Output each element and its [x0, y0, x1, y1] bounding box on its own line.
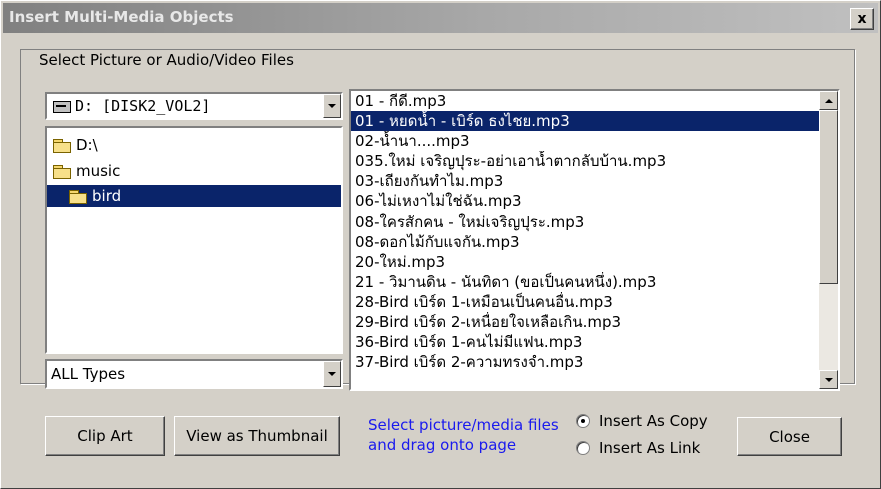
file-list-item[interactable]: 08-ดอกไม้กับแจกัน.mp3 — [351, 232, 819, 252]
close-icon: x — [857, 11, 867, 27]
insert-as-copy-label: Insert As Copy — [599, 412, 708, 430]
file-type-select[interactable]: ALL Types — [45, 359, 343, 389]
file-list-item[interactable]: 08-ใครสักคน - ใหม่เจริญปุระ.mp3 — [351, 212, 819, 232]
scroll-up-button[interactable] — [819, 91, 838, 110]
group-label: Select Picture or Audio/Video Files — [36, 51, 297, 69]
drive-select[interactable]: D: [DISK2_VOL2] — [45, 92, 343, 120]
file-list-item[interactable]: 21 - วิมานดิน - นันทิดา (ขอเป็นคนหนึ่ง).… — [351, 272, 819, 292]
file-list[interactable]: 01 - กีดี.mp3 01 - หยดน้ำ - เบิร์ด ธงไชย.… — [349, 89, 840, 391]
hint-line-2: and drag onto page — [368, 436, 517, 454]
scroll-thumb[interactable] — [819, 110, 838, 284]
file-list-item[interactable]: 01 - หยดน้ำ - เบิร์ด ธงไชย.mp3 — [351, 111, 819, 132]
chevron-down-icon — [328, 372, 336, 376]
clip-art-button[interactable]: Clip Art — [45, 416, 165, 456]
file-list-item[interactable]: 28-Bird เบิร์ด 1-เหมือนเป็นคนอื่น.mp3 — [351, 292, 819, 312]
chevron-down-icon — [824, 377, 833, 382]
tree-item-root[interactable]: D:\ — [53, 134, 98, 156]
file-type-value: ALL Types — [51, 365, 126, 383]
insert-as-copy-radio[interactable]: Insert As Copy — [576, 412, 708, 430]
chevron-down-icon — [328, 104, 336, 108]
view-thumbnail-button[interactable]: View as Thumbnail — [174, 416, 340, 456]
file-type-dropdown-button[interactable] — [323, 361, 341, 387]
tree-item-label: music — [76, 162, 121, 180]
file-list-item[interactable]: 02-น้ำนา....mp3 — [351, 131, 819, 151]
file-list-item[interactable]: 01 - กีดี.mp3 — [351, 91, 819, 111]
file-list-item[interactable]: 20-ใหม่.mp3 — [351, 252, 819, 272]
folder-open-icon — [53, 138, 71, 153]
hint-line-1: Select picture/media files — [368, 416, 559, 434]
file-list-rows: 01 - กีดี.mp3 01 - หยดน้ำ - เบิร์ด ธงไชย.… — [351, 91, 819, 372]
radio-selected-icon — [576, 414, 590, 428]
scroll-down-button[interactable] — [819, 370, 838, 389]
folder-open-icon — [53, 164, 71, 179]
file-list-item[interactable]: 37-Bird เบิร์ด 2-ความทรงจำ.mp3 — [351, 352, 819, 372]
close-button[interactable]: Close — [737, 417, 842, 456]
drive-select-value: D: [DISK2_VOL2] — [75, 97, 211, 115]
file-list-item[interactable]: 03-เถียงกันทำไม.mp3 — [351, 171, 819, 191]
tree-item-label: D:\ — [76, 136, 98, 154]
tree-item-label: bird — [92, 187, 122, 205]
file-list-item[interactable]: 29-Bird เบิร์ด 2-เหนื่อยใจเหลือเกิน.mp3 — [351, 312, 819, 332]
drive-icon — [53, 101, 71, 113]
title-bar[interactable]: Insert Multi-Media Objects x — [3, 3, 878, 33]
close-window-button[interactable]: x — [850, 8, 874, 30]
vertical-scrollbar[interactable] — [819, 91, 838, 389]
drag-hint: Select picture/media files and drag onto… — [368, 415, 559, 455]
chevron-up-icon — [824, 98, 833, 103]
radio-unselected-icon — [576, 441, 590, 455]
dialog-title: Insert Multi-Media Objects — [9, 8, 234, 26]
file-list-item[interactable]: 06-ไม่เหงาไม่ใช่ฉัน.mp3 — [351, 191, 819, 211]
file-list-item[interactable]: 035.ใหม่ เจริญปุระ-อย่าเอาน้ำตากลับบ้าน.… — [351, 151, 819, 171]
tree-item-music[interactable]: music — [53, 160, 120, 182]
insert-as-link-radio[interactable]: Insert As Link — [576, 439, 700, 457]
file-list-item[interactable]: 36-Bird เบิร์ด 1-คนไม่มีแฟน.mp3 — [351, 332, 819, 352]
insert-as-link-label: Insert As Link — [599, 439, 701, 457]
tree-item-bird[interactable]: bird — [47, 185, 341, 207]
folder-open-icon — [69, 189, 87, 204]
drive-dropdown-button[interactable] — [323, 94, 341, 118]
folder-tree[interactable]: D:\ music bird — [45, 126, 343, 354]
